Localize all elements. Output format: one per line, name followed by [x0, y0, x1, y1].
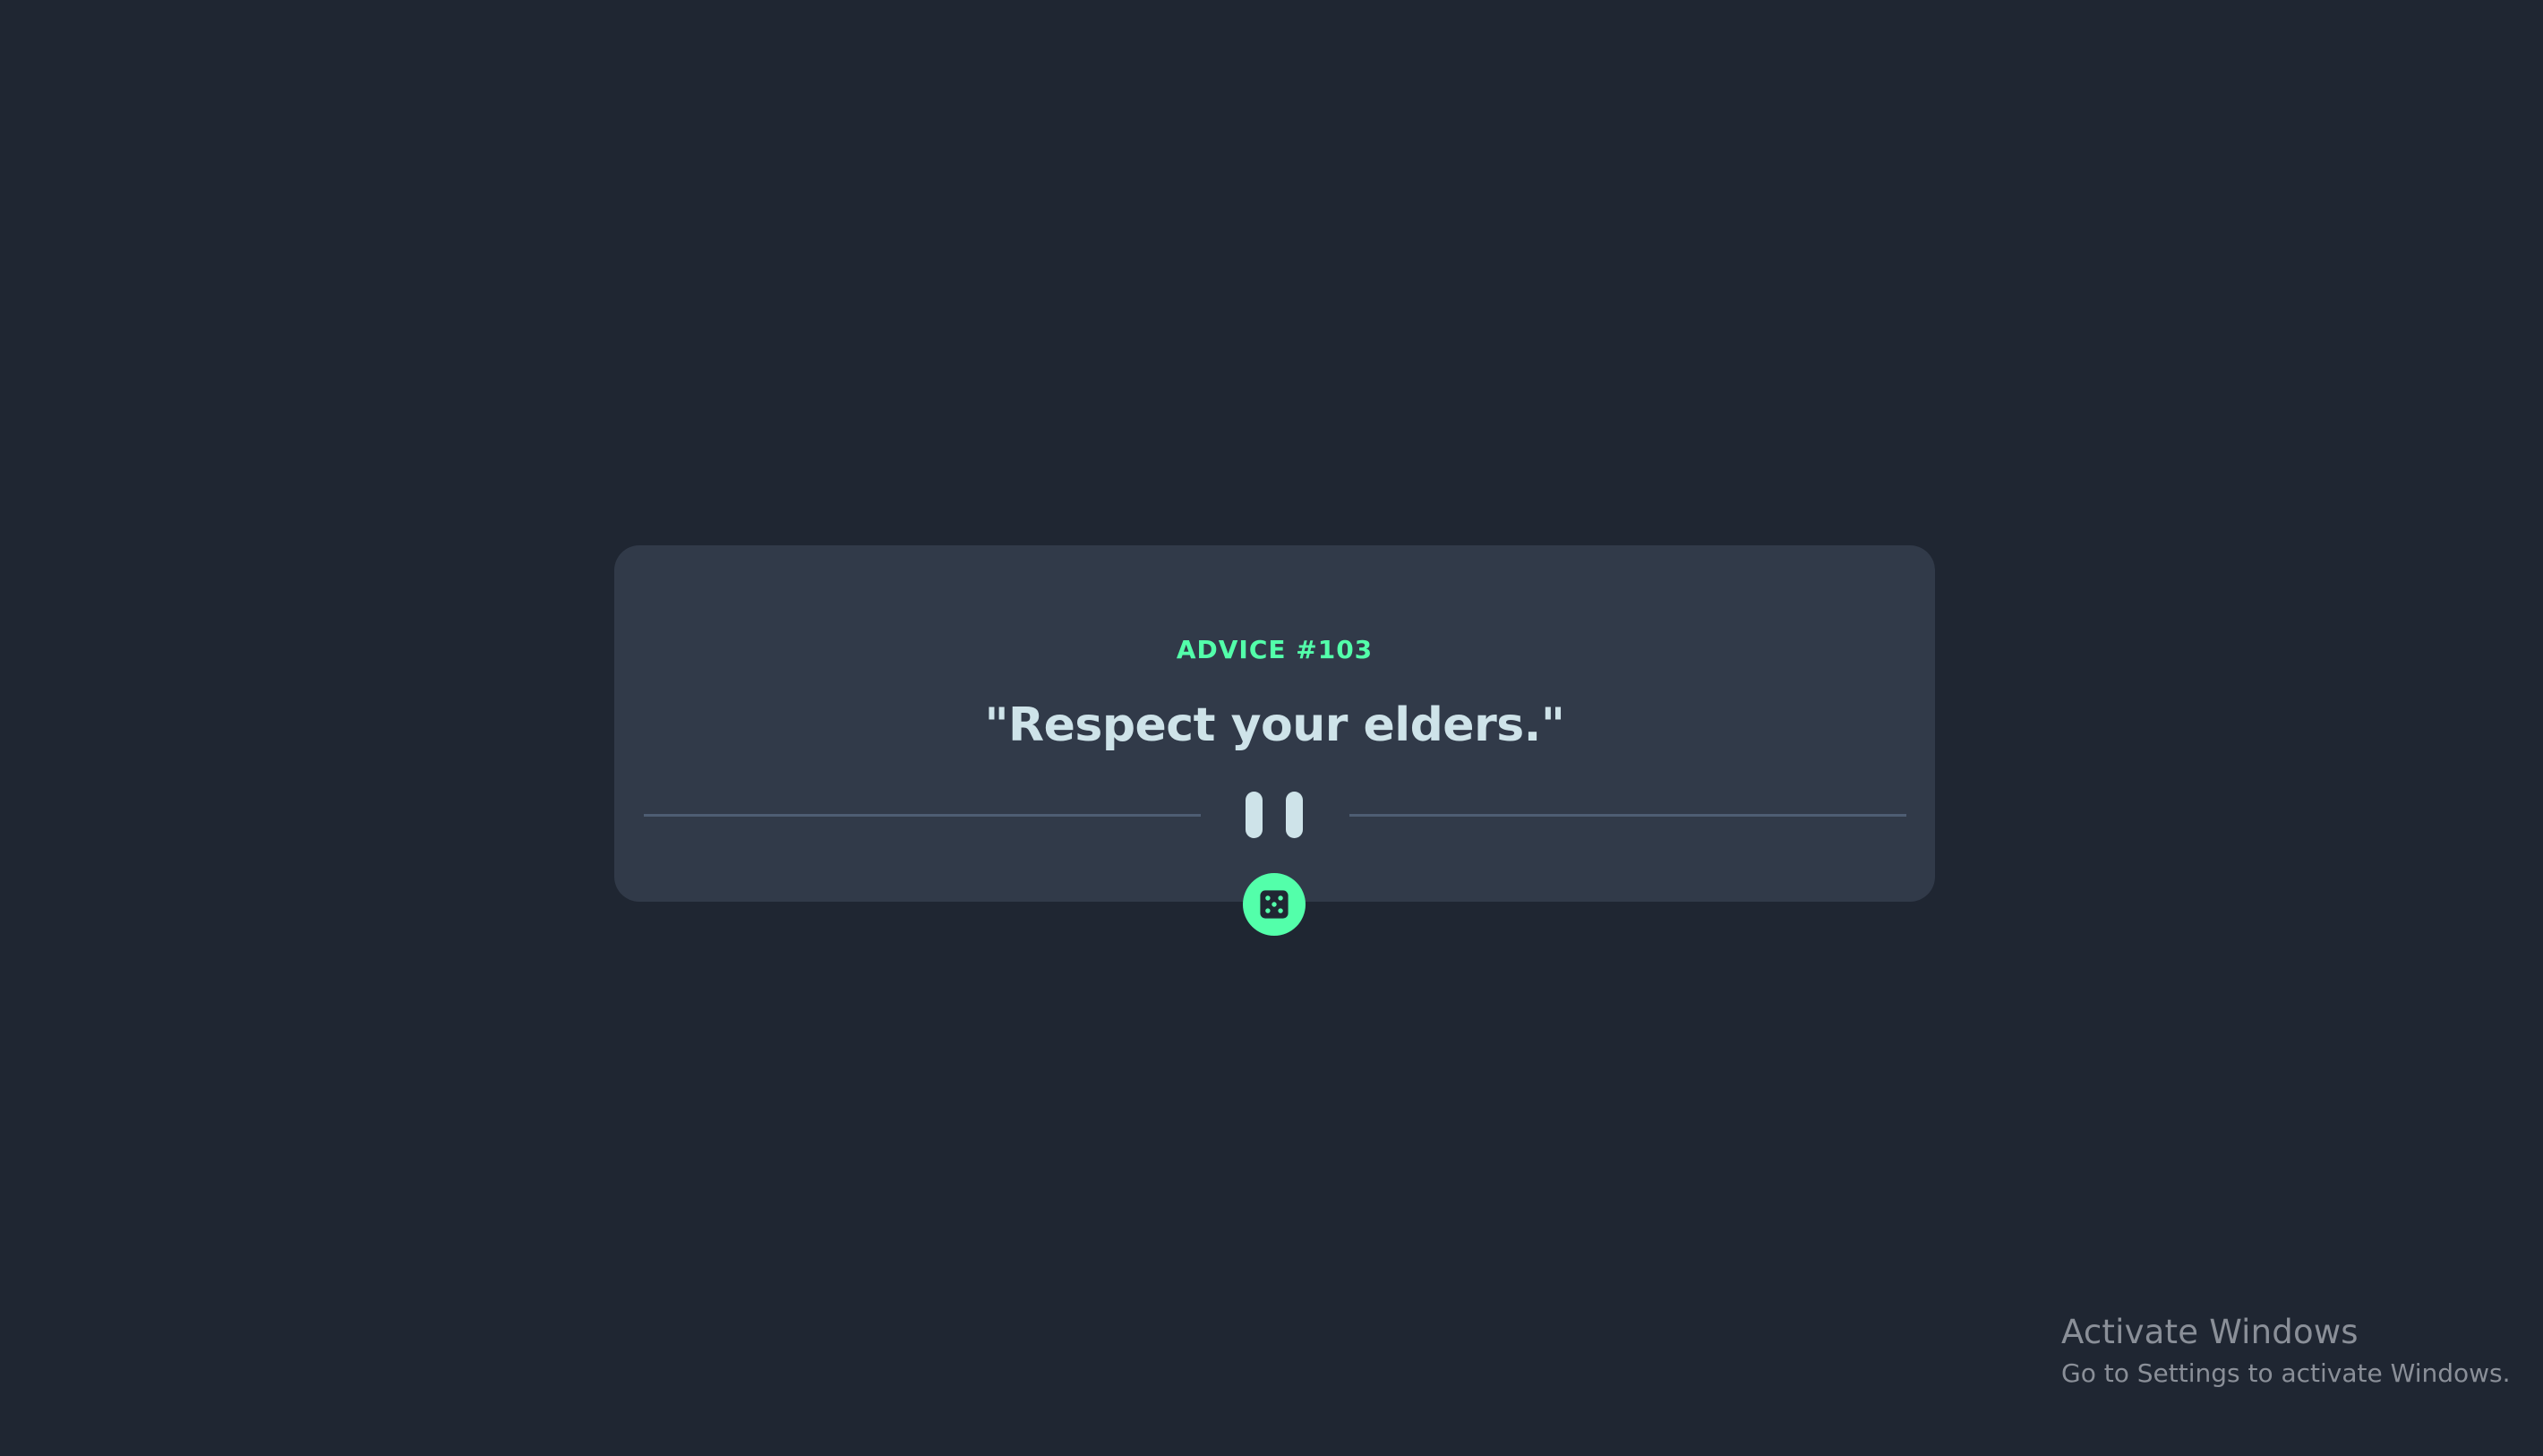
- pause-icon: [1246, 792, 1303, 838]
- windows-activation-watermark: Activate Windows Go to Settings to activ…: [2061, 1311, 2511, 1392]
- watermark-subtitle: Go to Settings to activate Windows.: [2061, 1358, 2511, 1388]
- advice-card: ADVICE #103 "Respect your elders.": [614, 545, 1935, 902]
- generate-advice-button[interactable]: [1243, 873, 1306, 936]
- pause-bar-left: [1246, 792, 1263, 838]
- dice-icon: [1260, 890, 1289, 919]
- advice-id: ADVICE #103: [1176, 635, 1374, 664]
- advice-text: "Respect your elders.": [984, 698, 1565, 752]
- divider-left: [644, 814, 1201, 817]
- watermark-title: Activate Windows: [2061, 1313, 2359, 1351]
- pause-bar-right: [1286, 792, 1303, 838]
- divider-right: [1349, 814, 1906, 817]
